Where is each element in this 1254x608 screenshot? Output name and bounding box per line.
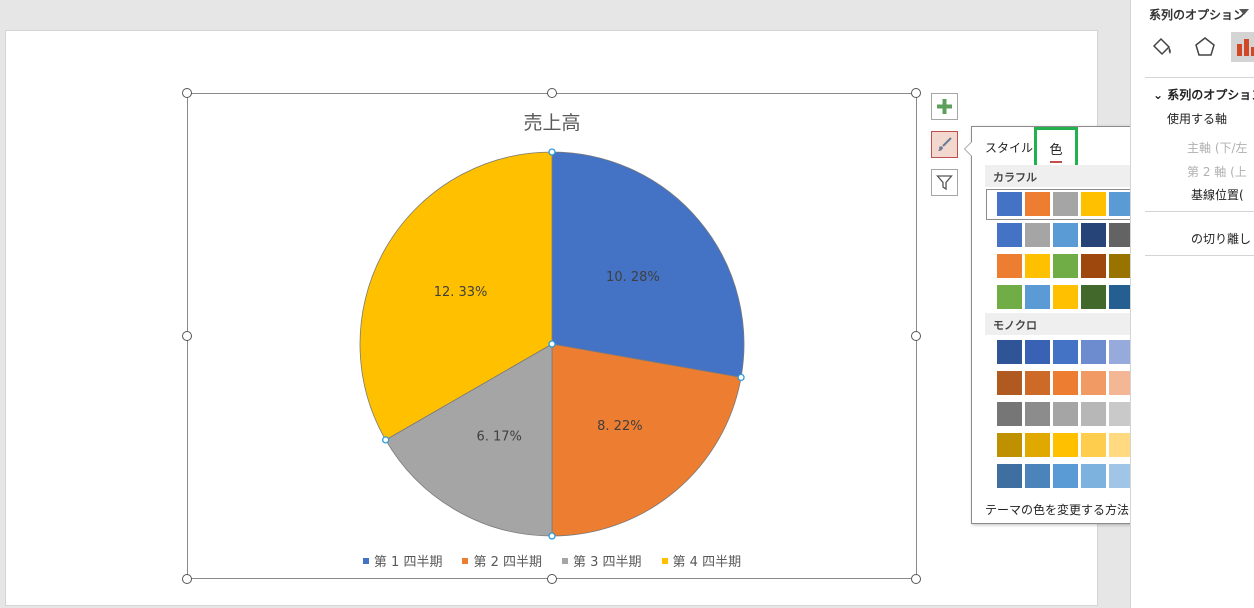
palette-swatch bbox=[1081, 254, 1106, 278]
selection-handle[interactable] bbox=[737, 373, 745, 382]
resize-handle-bottom-left[interactable] bbox=[182, 574, 192, 584]
popup-pointer bbox=[964, 141, 972, 157]
palette-swatch bbox=[1025, 433, 1050, 457]
legend-swatch bbox=[462, 557, 469, 564]
primary-axis-option[interactable]: 主軸 (下/左 bbox=[1187, 139, 1248, 156]
resize-handle-top[interactable] bbox=[547, 88, 557, 98]
palette-swatch bbox=[1053, 254, 1078, 278]
palette-swatch bbox=[1081, 192, 1106, 216]
palette-swatch bbox=[1053, 464, 1078, 488]
paintbrush-icon bbox=[938, 137, 952, 151]
chart-filters-button[interactable] bbox=[931, 169, 958, 196]
palette-swatch bbox=[1025, 371, 1050, 395]
palette-swatch bbox=[1081, 285, 1106, 309]
pie-chart[interactable]: 10. 28% 8. 22% 6. 17% 12. 33% bbox=[188, 94, 918, 580]
legend-entry[interactable]: 第 2 四半期 bbox=[462, 551, 542, 570]
pie-slice[interactable] bbox=[551, 343, 742, 537]
series-options-icon[interactable] bbox=[1231, 32, 1254, 62]
legend-entry[interactable]: 第 1 四半期 bbox=[362, 551, 443, 570]
data-label[interactable]: 12. 33% bbox=[434, 285, 488, 300]
palette-swatch bbox=[997, 464, 1022, 488]
legend-entry[interactable]: 第 3 四半期 bbox=[562, 551, 642, 570]
legend-swatch bbox=[562, 557, 568, 564]
palette-swatch bbox=[997, 433, 1022, 457]
palette-swatch bbox=[997, 402, 1022, 426]
legend-label: 第 1 四半期 bbox=[373, 555, 443, 570]
palette-swatch bbox=[1081, 340, 1106, 364]
palette-swatch bbox=[1025, 285, 1050, 309]
data-label[interactable]: 8. 22% bbox=[597, 419, 642, 434]
palette-swatch bbox=[997, 285, 1022, 309]
palette-swatch bbox=[1081, 402, 1106, 426]
chart-legend[interactable]: 第 1 四半期 第 2 四半期 第 3 四半期 第 4 四半期 bbox=[188, 551, 916, 570]
legend-label: 第 2 四半期 bbox=[473, 555, 542, 570]
series-options-section[interactable]: ⌄ 系列のオプション bbox=[1153, 86, 1254, 103]
palette-swatch bbox=[1053, 340, 1078, 364]
selection-handle[interactable] bbox=[382, 436, 390, 444]
chart-elements-button[interactable] bbox=[931, 93, 958, 120]
palette-swatch bbox=[1053, 402, 1078, 426]
data-label[interactable]: 10. 28% bbox=[606, 270, 660, 285]
palette-swatch bbox=[997, 254, 1022, 278]
tab-style[interactable]: スタイル bbox=[985, 139, 1033, 156]
resize-handle-right[interactable] bbox=[911, 331, 921, 341]
palette-swatch bbox=[1053, 223, 1078, 247]
pie-explosion-label: の切り離し bbox=[1191, 232, 1252, 246]
palette-swatch bbox=[1081, 464, 1106, 488]
pane-title[interactable]: 系列のオプション bbox=[1149, 6, 1245, 23]
first-slice-angle-label: 基線位置( bbox=[1191, 188, 1244, 202]
resize-handle-top-left[interactable] bbox=[182, 88, 192, 98]
funnel-icon bbox=[936, 175, 953, 191]
resize-handle-left[interactable] bbox=[182, 331, 192, 341]
palette-swatch bbox=[997, 223, 1022, 247]
palette-swatch bbox=[1053, 433, 1078, 457]
pane-divider bbox=[1145, 255, 1254, 256]
tab-color[interactable]: 色 bbox=[1034, 127, 1078, 168]
effects-icon[interactable] bbox=[1190, 32, 1220, 62]
resize-handle-top-right[interactable] bbox=[911, 88, 921, 98]
legend-swatch bbox=[661, 557, 668, 564]
palette-swatch bbox=[1053, 192, 1078, 216]
palette-swatch bbox=[1053, 285, 1078, 309]
pane-title-dropdown-icon[interactable] bbox=[1239, 9, 1249, 15]
tab-active-indicator bbox=[1050, 161, 1062, 163]
theme-color-help-link[interactable]: テーマの色を変更する方法 bbox=[985, 501, 1129, 518]
palette-swatch bbox=[1081, 371, 1106, 395]
tab-color-label: 色 bbox=[1049, 143, 1063, 158]
palette-swatch bbox=[1081, 433, 1106, 457]
plus-icon bbox=[937, 99, 952, 114]
palette-swatch bbox=[997, 371, 1022, 395]
palette-swatch bbox=[1025, 254, 1050, 278]
pane-divider bbox=[1145, 211, 1254, 212]
legend-label: 第 3 四半期 bbox=[573, 555, 642, 570]
chart-area[interactable]: 売上高 10. 28% 8. 22% 6. 17% 12. 33% 第 1 四半期第 … bbox=[182, 88, 921, 584]
data-label[interactable]: 6. 17% bbox=[476, 429, 521, 444]
format-data-series-pane: 系列のオプション ⌄ 系列のオプション 使用する軸 主軸 (下/左 第 2 軸 … bbox=[1130, 0, 1254, 608]
palette-swatch bbox=[997, 340, 1022, 364]
selection-handle[interactable] bbox=[548, 340, 556, 348]
fill-line-icon[interactable] bbox=[1147, 32, 1177, 62]
axis-label: 使用する軸 bbox=[1167, 112, 1228, 126]
pie-slice[interactable] bbox=[551, 151, 745, 378]
legend-swatch bbox=[362, 557, 369, 564]
palette-swatch bbox=[997, 192, 1022, 216]
legend-entry[interactable]: 第 4 四半期 bbox=[661, 551, 742, 570]
resize-handle-bottom-right[interactable] bbox=[911, 574, 921, 584]
chevron-down-icon: ⌄ bbox=[1153, 88, 1168, 102]
secondary-axis-option[interactable]: 第 2 軸 (上 bbox=[1187, 163, 1247, 180]
legend-label: 第 4 四半期 bbox=[672, 555, 742, 570]
selection-handle[interactable] bbox=[548, 148, 556, 156]
palette-swatch bbox=[1025, 223, 1050, 247]
palette-swatch bbox=[1053, 371, 1078, 395]
chart-styles-button[interactable] bbox=[931, 131, 958, 158]
palette-swatch bbox=[1025, 464, 1050, 488]
palette-swatch bbox=[1025, 192, 1050, 216]
palette-swatch bbox=[1025, 340, 1050, 364]
selection-handle[interactable] bbox=[548, 532, 556, 540]
palette-swatch bbox=[1081, 223, 1106, 247]
palette-swatch bbox=[1025, 402, 1050, 426]
resize-handle-bottom[interactable] bbox=[547, 574, 557, 584]
pane-divider bbox=[1145, 77, 1254, 78]
